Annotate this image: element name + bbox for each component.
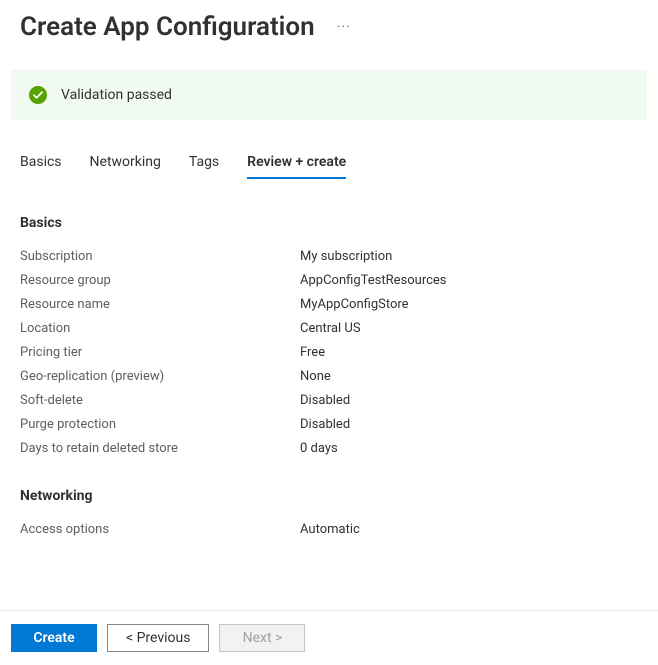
row-label: Geo-replication (preview) <box>20 369 300 384</box>
row-value: Disabled <box>300 417 350 432</box>
tab-review-create[interactable]: Review + create <box>247 154 346 178</box>
row-value: Automatic <box>300 522 360 537</box>
tab-networking[interactable]: Networking <box>90 154 161 178</box>
row-geo-replication: Geo-replication (preview) None <box>20 369 638 384</box>
row-retention-days: Days to retain deleted store 0 days <box>20 441 638 456</box>
row-resource-group: Resource group AppConfigTestResources <box>20 273 638 288</box>
more-actions-icon[interactable]: ··· <box>337 19 351 35</box>
row-label: Location <box>20 321 300 336</box>
row-value: None <box>300 369 331 384</box>
footer: Create < Previous Next > <box>0 610 658 665</box>
tab-basics[interactable]: Basics <box>20 154 62 178</box>
row-pricing-tier: Pricing tier Free <box>20 345 638 360</box>
tab-tags[interactable]: Tags <box>189 154 219 178</box>
row-label: Subscription <box>20 249 300 264</box>
row-label: Access options <box>20 522 300 537</box>
row-value: 0 days <box>300 441 338 456</box>
section-heading-networking: Networking <box>20 488 638 504</box>
validation-text: Validation passed <box>61 87 172 103</box>
row-value: MyAppConfigStore <box>300 297 409 312</box>
row-label: Resource group <box>20 273 300 288</box>
row-access-options: Access options Automatic <box>20 522 638 537</box>
validation-banner: Validation passed <box>11 70 647 120</box>
success-check-icon <box>29 86 47 104</box>
row-label: Soft-delete <box>20 393 300 408</box>
next-button: Next > <box>219 624 305 652</box>
row-soft-delete: Soft-delete Disabled <box>20 393 638 408</box>
row-value: AppConfigTestResources <box>300 273 447 288</box>
row-label: Days to retain deleted store <box>20 441 300 456</box>
row-label: Resource name <box>20 297 300 312</box>
section-heading-basics: Basics <box>20 215 638 231</box>
row-purge-protection: Purge protection Disabled <box>20 417 638 432</box>
page-title: Create App Configuration <box>20 12 315 42</box>
row-value: Disabled <box>300 393 350 408</box>
row-value: Free <box>300 345 325 360</box>
row-location: Location Central US <box>20 321 638 336</box>
row-value: My subscription <box>300 249 392 264</box>
row-label: Pricing tier <box>20 345 300 360</box>
previous-button[interactable]: < Previous <box>107 624 209 652</box>
create-button[interactable]: Create <box>11 624 97 652</box>
row-value: Central US <box>300 321 361 336</box>
row-subscription: Subscription My subscription <box>20 249 638 264</box>
row-resource-name: Resource name MyAppConfigStore <box>20 297 638 312</box>
tabs: Basics Networking Tags Review + create <box>0 154 658 179</box>
row-label: Purge protection <box>20 417 300 432</box>
